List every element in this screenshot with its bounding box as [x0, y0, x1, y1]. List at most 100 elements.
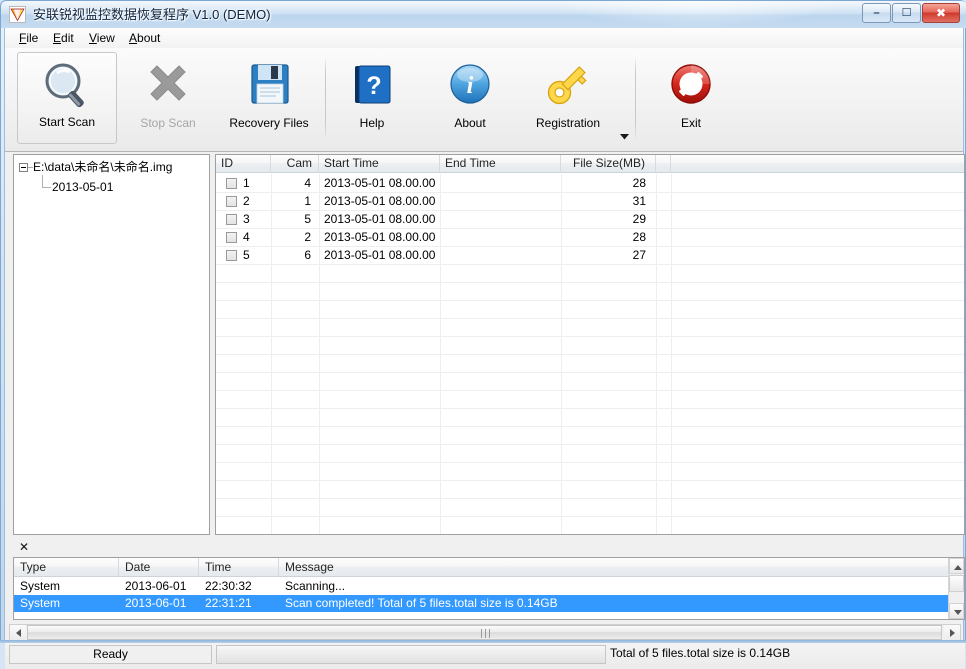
empty-row	[216, 390, 964, 409]
help-button[interactable]: ? Help	[322, 52, 422, 144]
log-column-header-date[interactable]: Date	[119, 558, 199, 577]
log-cell-date: 2013-06-01	[125, 579, 187, 593]
stop-scan-label: Stop Scan	[140, 116, 196, 130]
row-checkbox[interactable]	[226, 196, 237, 207]
empty-row	[216, 444, 964, 463]
column-header-cam[interactable]: Cam	[271, 155, 319, 173]
table-row[interactable]: 1 4 2013-05-01 08.00.00 28	[216, 174, 964, 193]
empty-row	[216, 516, 964, 534]
horizontal-scroll-thumb[interactable]	[27, 625, 942, 640]
cell-file-size: 27	[632, 248, 646, 262]
table-row[interactable]: 2 1 2013-05-01 08.00.00 31	[216, 192, 964, 211]
window-title: 安联锐视监控数据恢复程序 V1.0 (DEMO)	[33, 7, 271, 22]
log-panel: ✕ Type Date Time Message System 2013-06-0…	[13, 540, 965, 620]
row-checkbox[interactable]	[226, 250, 237, 261]
no-entry-icon	[641, 58, 741, 112]
toolbar-separator-2	[635, 56, 636, 140]
log-row[interactable]: System 2013-06-01 22:30:32 Scanning...	[14, 578, 949, 595]
log-list[interactable]: Type Date Time Message System 2013-06-01 2…	[13, 557, 965, 620]
chevron-down-icon[interactable]	[618, 130, 631, 144]
registration-label: Registration	[535, 116, 601, 130]
log-column-header-message[interactable]: Message	[279, 558, 949, 577]
log-close-icon[interactable]: ✕	[17, 541, 31, 554]
scroll-right-icon[interactable]	[944, 625, 960, 640]
log-column-header-time[interactable]: Time	[199, 558, 279, 577]
tree-item-root[interactable]: E:\data\未命名\未命名.img	[33, 159, 172, 175]
cell-file-size: 29	[632, 212, 646, 226]
cell-start-time: 2013-05-01 08.00.00	[324, 248, 436, 262]
menu-bar: File Edit View About	[5, 28, 963, 49]
cell-start-time: 2013-05-01 08.00.00	[324, 230, 436, 244]
cell-cam: 6	[304, 248, 311, 262]
column-header-file-size[interactable]: File Size(MB)	[561, 155, 656, 173]
log-cell-date: 2013-06-01	[125, 596, 187, 610]
cell-cam: 2	[304, 230, 311, 244]
row-checkbox[interactable]	[226, 232, 237, 243]
column-header-spacer[interactable]	[656, 155, 671, 173]
scroll-down-icon[interactable]	[949, 603, 964, 619]
column-header-id[interactable]: ID	[216, 155, 271, 173]
log-row[interactable]: System 2013-06-01 22:31:21 Scan completed! …	[14, 595, 949, 612]
status-progress-bar	[216, 645, 606, 664]
cell-cam: 4	[304, 176, 311, 190]
recovery-files-button[interactable]: Recovery Files	[219, 52, 319, 144]
menu-view[interactable]: View	[83, 30, 121, 46]
svg-text:i: i	[467, 73, 474, 99]
maximize-icon: ☐	[901, 7, 912, 19]
empty-row	[216, 372, 964, 391]
log-column-header-type[interactable]: Type	[14, 558, 119, 577]
row-checkbox[interactable]	[226, 178, 237, 189]
cell-id: 3	[243, 212, 250, 226]
toolbar: Start Scan Stop Scan Recovery Files ? He…	[5, 48, 963, 152]
empty-row	[216, 480, 964, 499]
cell-id: 4	[243, 230, 250, 244]
cell-id: 2	[243, 194, 250, 208]
floppy-disk-icon	[219, 58, 319, 112]
horizontal-scrollbar[interactable]	[9, 624, 961, 641]
table-row[interactable]: 5 6 2013-05-01 08.00.00 27	[216, 246, 964, 265]
menu-about[interactable]: About	[123, 30, 166, 46]
status-ready-text: Ready	[9, 645, 212, 664]
log-cell-message: Scanning...	[285, 579, 346, 593]
start-scan-button[interactable]: Start Scan	[17, 52, 117, 144]
scroll-left-icon[interactable]	[10, 625, 26, 640]
menu-file[interactable]: File	[13, 30, 44, 46]
log-scroll-thumb[interactable]	[949, 575, 964, 592]
exit-button[interactable]: Exit	[641, 52, 741, 144]
minimize-button[interactable]: –	[862, 3, 891, 23]
close-icon: ✖	[935, 6, 947, 20]
about-button[interactable]: i About	[420, 52, 520, 144]
cell-file-size: 31	[632, 194, 646, 208]
registration-button[interactable]: Registration	[518, 52, 618, 144]
scroll-grip-icon	[480, 629, 490, 638]
x-cross-icon	[118, 58, 218, 112]
empty-row	[216, 336, 964, 355]
tree-item-2013-05-01[interactable]: 2013-05-01	[52, 179, 113, 195]
help-book-icon: ?	[322, 58, 422, 112]
file-list-panel[interactable]: ID Cam Start Time End Time File Size(MB)…	[215, 154, 965, 535]
table-row[interactable]: 4 2 2013-05-01 08.00.00 28	[216, 228, 964, 247]
help-label: Help	[359, 116, 385, 130]
column-header-start-time[interactable]: Start Time	[319, 155, 440, 173]
empty-row	[216, 426, 964, 445]
menu-edit[interactable]: Edit	[47, 30, 80, 46]
empty-row	[216, 498, 964, 517]
empty-row	[216, 264, 964, 283]
cell-start-time: 2013-05-01 08.00.00	[324, 176, 436, 190]
table-row[interactable]: 3 5 2013-05-01 08.00.00 29	[216, 210, 964, 229]
cell-cam: 5	[304, 212, 311, 226]
close-button[interactable]: ✖	[922, 3, 960, 23]
log-vertical-scrollbar[interactable]	[948, 558, 964, 619]
empty-row	[216, 300, 964, 319]
column-header-end-time[interactable]: End Time	[440, 155, 561, 173]
scroll-up-icon[interactable]	[949, 558, 964, 574]
maximize-button[interactable]: ☐	[892, 3, 921, 23]
tree-expander-root[interactable]	[19, 163, 28, 172]
magnifier-icon	[18, 59, 116, 113]
log-cell-type: System	[20, 579, 61, 593]
image-tree-panel[interactable]: E:\data\未命名\未命名.img 2013-05-01	[13, 154, 210, 535]
key-icon	[518, 58, 618, 112]
column-header-filler	[671, 155, 964, 173]
row-checkbox[interactable]	[226, 214, 237, 225]
title-bar[interactable]: 安联锐视监控数据恢复程序 V1.0 (DEMO) – ☐ ✖	[1, 1, 966, 28]
